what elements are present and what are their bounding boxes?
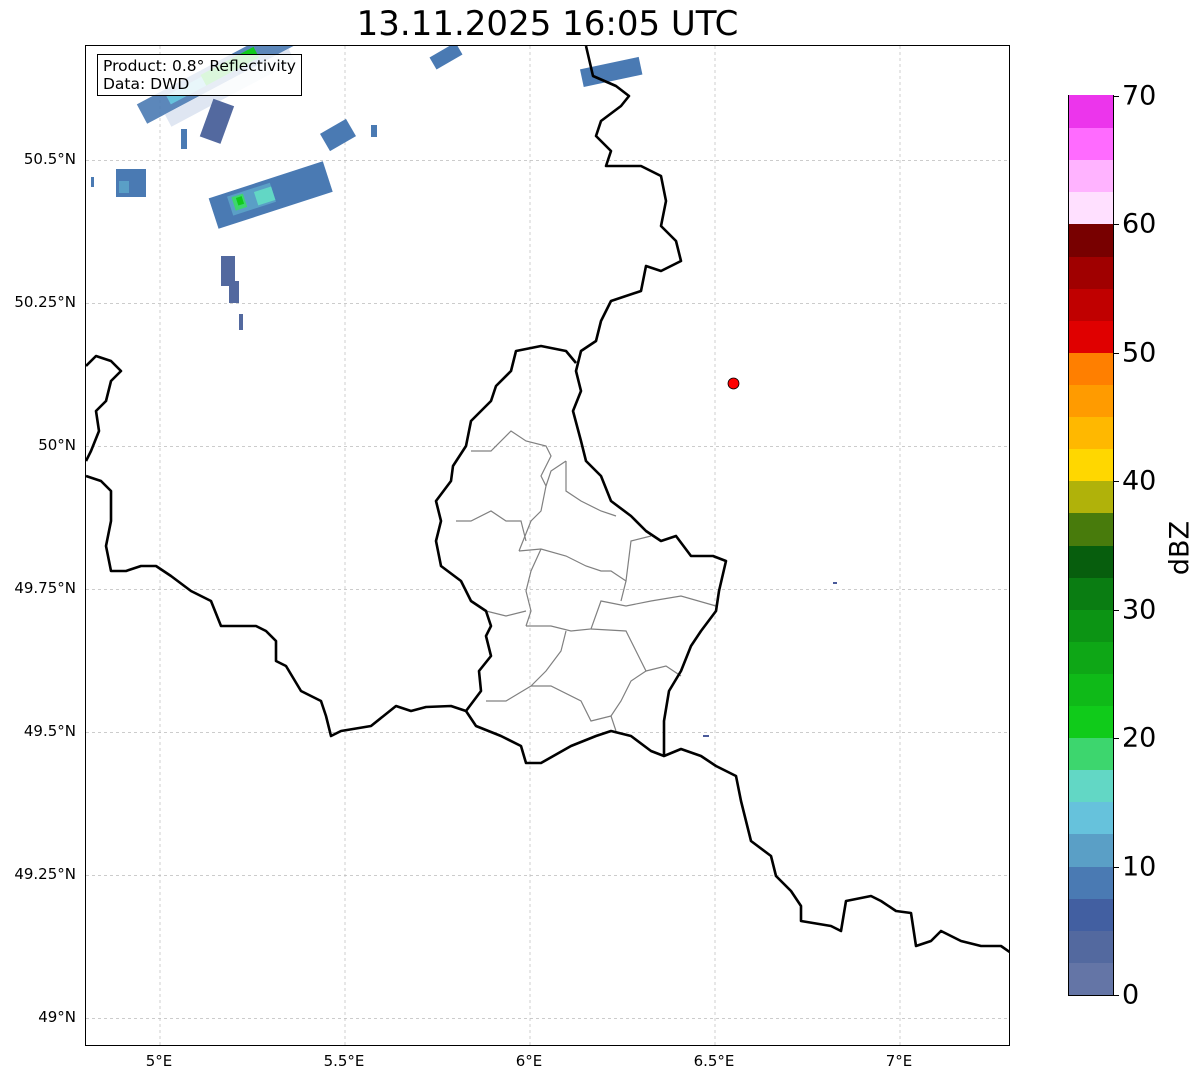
x-tick-label: 6°E — [515, 1052, 543, 1070]
colorbar-tick-mark — [1113, 738, 1119, 740]
colorbar-tick-mark — [1113, 481, 1119, 483]
colorbar-tick-label: 40 — [1122, 465, 1157, 497]
y-tick-label: 50.5°N — [23, 150, 76, 169]
colorbar-segment — [1069, 255, 1113, 289]
colorbar-segment — [1069, 577, 1113, 610]
colorbar-segment — [1069, 384, 1113, 418]
colorbar-tick-label: 50 — [1122, 337, 1157, 369]
product-annotation: Product: 0.8° Reflectivity Data: DWD — [97, 54, 302, 96]
y-tick-label: 49.75°N — [14, 579, 76, 598]
radar-echoes — [91, 46, 837, 737]
colorbar-segment — [1069, 223, 1113, 257]
colorbar-tick-label: 10 — [1122, 851, 1157, 883]
colorbar-tick-label: 60 — [1122, 208, 1157, 240]
y-tick-label: 50.25°N — [14, 293, 76, 312]
colorbar-segment — [1069, 769, 1113, 803]
map-title: 13.11.2025 16:05 UTC — [356, 4, 739, 44]
x-tick-label: 5°E — [145, 1052, 173, 1070]
data-source-label: Data: DWD — [103, 75, 190, 93]
colorbar-tick-mark — [1113, 866, 1119, 868]
colorbar-tick-label: 30 — [1122, 594, 1157, 626]
x-tick-label: 6.5°E — [693, 1052, 735, 1070]
colorbar-segment — [1069, 127, 1113, 161]
radar-map — [85, 45, 1010, 1046]
colorbar-segment — [1069, 673, 1113, 707]
y-tick-label: 49.25°N — [14, 865, 76, 884]
colorbar-tick-mark — [1113, 224, 1119, 226]
colorbar-segment — [1069, 448, 1113, 482]
colorbar-label: dBZ — [1164, 520, 1196, 576]
colorbar-segment — [1069, 705, 1113, 739]
colorbar-segment — [1069, 288, 1113, 321]
colorbar-segment — [1069, 737, 1113, 771]
colorbar-segment — [1069, 352, 1113, 385]
colorbar-segment — [1069, 641, 1113, 674]
colorbar-segment — [1069, 865, 1113, 899]
colorbar-tick-mark — [1113, 995, 1119, 996]
colorbar-segment — [1069, 416, 1113, 450]
colorbar-segment — [1069, 609, 1113, 642]
colorbar-segment — [1069, 191, 1113, 225]
colorbar-segment — [1069, 801, 1113, 835]
colorbar-segment — [1069, 898, 1113, 931]
colorbar — [1068, 95, 1114, 996]
colorbar-segment — [1069, 95, 1113, 129]
colorbar-segment — [1069, 159, 1113, 193]
colorbar-tick-label: 0 — [1122, 979, 1140, 1011]
colorbar-segment — [1069, 962, 1113, 995]
colorbar-tick-label: 70 — [1122, 80, 1157, 112]
colorbar-segment — [1069, 480, 1113, 514]
country-borders — [86, 46, 1009, 954]
product-label: Product: 0.8° Reflectivity — [103, 57, 296, 75]
y-tick-label: 49.5°N — [23, 722, 76, 741]
colorbar-segment — [1069, 544, 1113, 578]
location-marker — [727, 377, 740, 390]
y-tick-label: 49°N — [38, 1008, 76, 1027]
admin-boundaries — [456, 430, 717, 732]
map-canvas — [86, 46, 1009, 1045]
colorbar-segment — [1069, 833, 1113, 867]
x-tick-label: 5.5°E — [323, 1052, 365, 1070]
colorbar-segment — [1069, 930, 1113, 963]
colorbar-tick-mark — [1113, 609, 1119, 611]
colorbar-tick-mark — [1113, 96, 1119, 97]
y-tick-label: 50°N — [38, 436, 76, 455]
colorbar-segment — [1069, 320, 1113, 353]
x-tick-label: 7°E — [885, 1052, 913, 1070]
colorbar-tick-label: 20 — [1122, 722, 1157, 754]
colorbar-tick-mark — [1113, 352, 1119, 354]
colorbar-segment — [1069, 512, 1113, 546]
